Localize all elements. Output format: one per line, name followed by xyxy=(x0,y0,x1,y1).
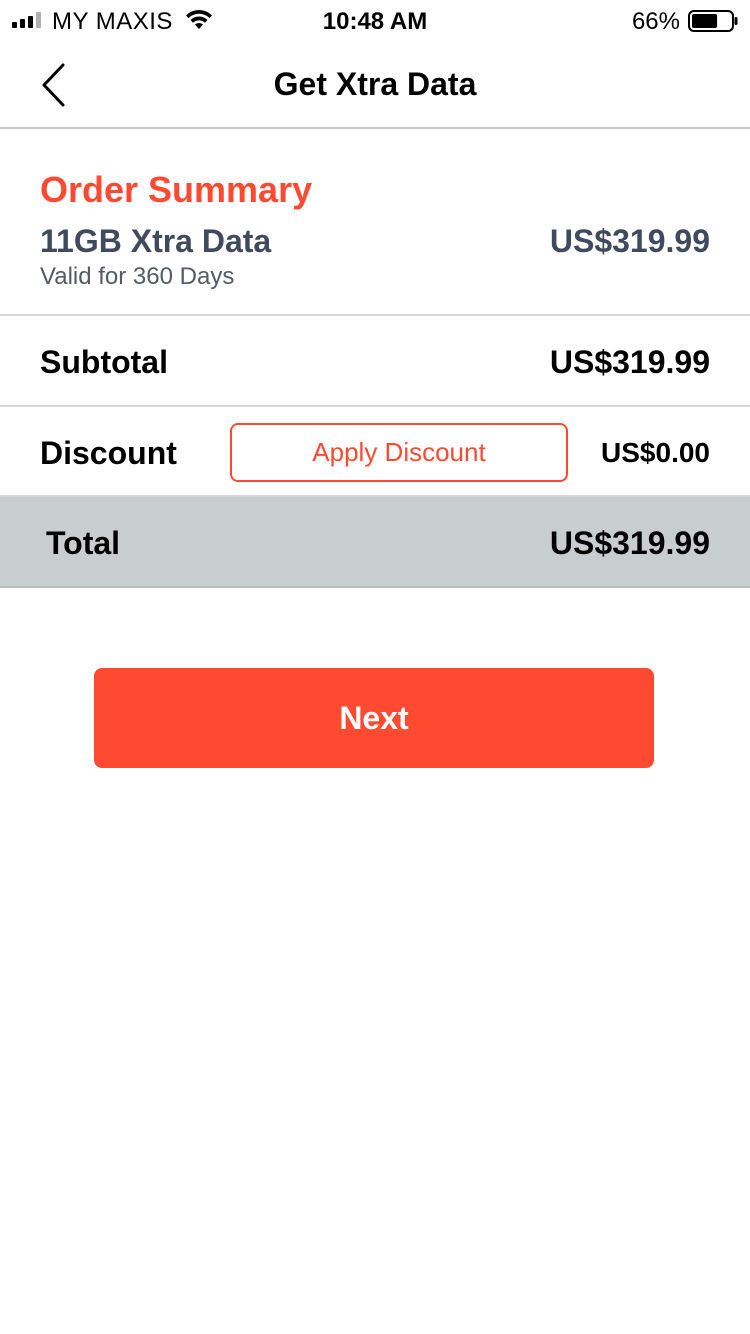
status-bar: MY MAXIS 10:48 AM 66% xyxy=(0,0,750,40)
battery-percent: 66% xyxy=(631,8,680,35)
discount-value: US$0.00 xyxy=(601,437,710,468)
total-label: Total xyxy=(46,525,121,561)
page-title: Get Xtra Data xyxy=(273,66,477,102)
subtotal-label: Subtotal xyxy=(40,344,168,380)
product-validity: Valid for 360 Days xyxy=(40,263,235,290)
subtotal-value: US$319.99 xyxy=(549,344,710,380)
discount-label: Discount xyxy=(40,435,177,471)
next-button[interactable]: Next xyxy=(94,668,654,768)
battery-icon xyxy=(688,10,738,32)
order-summary: Order Summary 11GB Xtra Data Valid for 3… xyxy=(0,129,750,316)
subtotal-row: Subtotal US$319.99 xyxy=(0,316,750,407)
product-name: 11GB Xtra Data xyxy=(40,223,272,259)
apply-discount-button[interactable]: Apply Discount xyxy=(230,423,568,482)
screen: MY MAXIS 10:48 AM 66% Get Xtra Data Orde… xyxy=(0,0,750,1334)
order-summary-title: Order Summary xyxy=(40,169,313,210)
total-value: US$319.99 xyxy=(549,525,710,561)
nav-bar: Get Xtra Data xyxy=(0,40,750,129)
total-row: Total US$319.99 xyxy=(0,497,750,588)
product-price: US$319.99 xyxy=(549,223,710,259)
discount-row: Discount Apply Discount US$0.00 xyxy=(0,407,750,497)
